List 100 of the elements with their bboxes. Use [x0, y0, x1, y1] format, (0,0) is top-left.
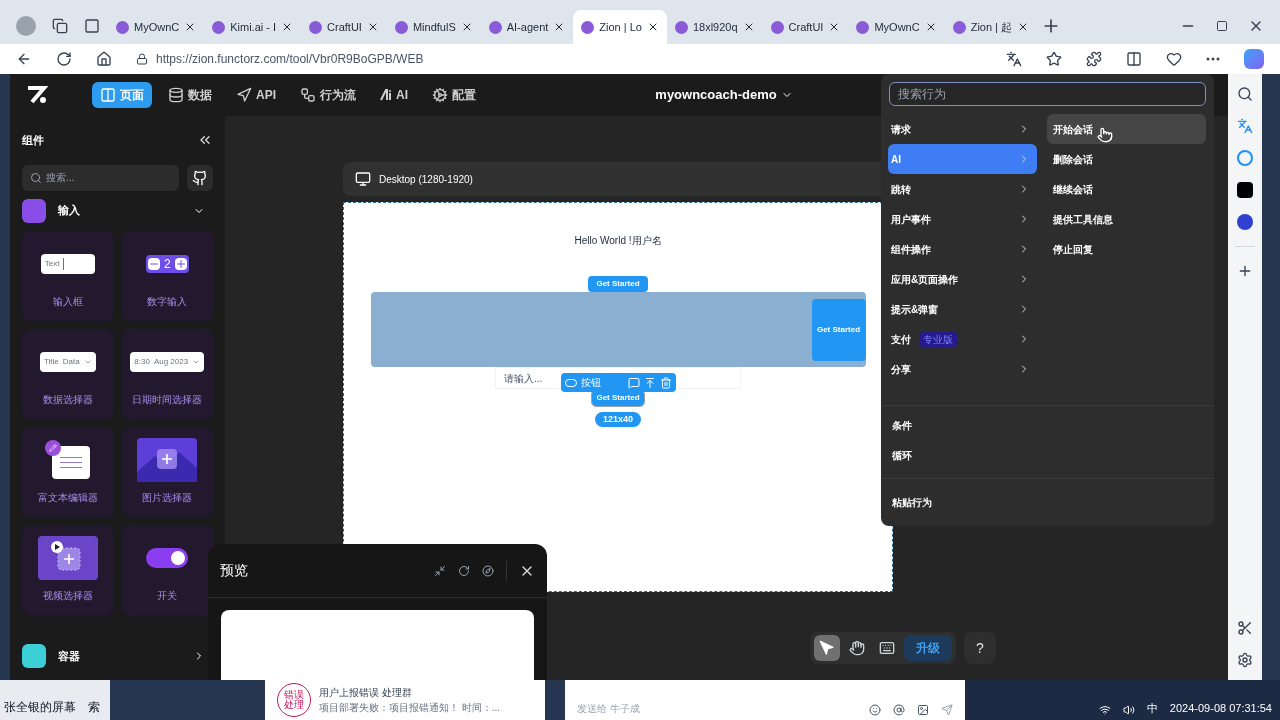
split-screen-icon[interactable]: [1126, 51, 1142, 67]
page-icon: [100, 87, 116, 103]
category-label: 支付: [891, 332, 911, 347]
logic-item[interactable]: 条件: [892, 417, 912, 433]
browser-tab[interactable]: CraftUI: [762, 10, 849, 44]
site-icon: [856, 20, 870, 34]
nav-tab[interactable]: 行为流: [292, 82, 364, 108]
screenshot-icon[interactable]: [1237, 620, 1253, 636]
more-icon[interactable]: [1206, 57, 1220, 61]
tab-title: Kimi.ai - I: [230, 19, 277, 35]
image-icon[interactable]: [917, 704, 929, 716]
shrink-icon[interactable]: [434, 564, 446, 577]
extensions-icon[interactable]: [1086, 51, 1102, 67]
preview-title: 预览: [220, 561, 249, 580]
send-icon[interactable]: [941, 704, 953, 716]
url-text[interactable]: https://zion.functorz.com/tool/Vbr0R9BoGPB/WEB: [156, 50, 424, 68]
action-item[interactable]: 停止回复: [1047, 234, 1206, 264]
nav-tab[interactable]: API: [228, 82, 284, 108]
logic-item[interactable]: 循环: [892, 447, 912, 463]
site-icon: [770, 20, 784, 34]
reload-icon[interactable]: [56, 51, 72, 67]
help-button[interactable]: ?: [964, 632, 996, 664]
category-item[interactable]: 支付 专业版: [888, 324, 1037, 354]
browser-tab[interactable]: Zion | Lo: [573, 10, 667, 44]
component-card[interactable]: 2 数字输入: [121, 230, 213, 321]
category-item[interactable]: 组件操作: [888, 234, 1037, 264]
category-item[interactable]: AI: [888, 144, 1037, 174]
github-button[interactable]: [187, 164, 213, 191]
action-search-field[interactable]: 搜索行为: [889, 82, 1206, 106]
upgrade-button[interactable]: 升级: [904, 635, 952, 661]
site-icon: [581, 20, 595, 34]
component-card[interactable]: 图片选择器: [121, 426, 213, 517]
copilot-icon[interactable]: [1244, 49, 1264, 69]
browser-tab[interactable]: 18xl920q: [666, 10, 763, 44]
browser-tab[interactable]: Kimi.ai - I: [204, 10, 302, 44]
component-card[interactable]: Text 输入框: [22, 230, 114, 321]
paste-action[interactable]: 粘贴行为: [892, 495, 932, 510]
maximize-icon[interactable]: [1216, 20, 1228, 32]
category-item[interactable]: 请求: [888, 114, 1037, 144]
plus-icon: [174, 258, 187, 270]
search-field[interactable]: 搜索...: [22, 164, 179, 191]
wifi-icon[interactable]: [1098, 704, 1111, 716]
category-item[interactable]: 跳转: [888, 174, 1037, 204]
tab-actions-icon[interactable]: [84, 18, 100, 34]
workspaces-icon[interactable]: [52, 18, 68, 34]
clock-text: 2024-09-08 07:31:54: [1169, 700, 1272, 716]
browser-tab[interactable]: MindfulS: [386, 10, 481, 44]
home-icon[interactable]: [96, 51, 112, 67]
category-item[interactable]: 提示&弹窗: [888, 294, 1037, 324]
back-icon[interactable]: [16, 51, 32, 67]
caret-icon: [192, 358, 201, 366]
chat-item[interactable]: 错误处理 用户上报错误 处理群 项目部署失败：项目报错通知！ 时间：...: [265, 680, 545, 720]
browser-tab[interactable]: MyOwnC: [848, 10, 945, 44]
size-badge: 121x40: [594, 412, 641, 427]
browser-tab[interactable]: AI-agent: [480, 10, 574, 44]
nav-tab[interactable]: 配置: [424, 82, 484, 108]
mention-icon[interactable]: [893, 704, 905, 716]
emoji-icon[interactable]: [869, 704, 881, 716]
project-dropdown[interactable]: myowncoach-demo: [655, 85, 793, 105]
add-icon[interactable]: [1237, 263, 1253, 279]
component-card[interactable]: Title Data 数据选择器: [22, 328, 114, 419]
chat-title: 用户上报错误 处理群: [319, 686, 413, 700]
category-item[interactable]: 应用&页面操作: [888, 264, 1037, 294]
tab-title: MyOwnC: [134, 19, 180, 35]
action-item[interactable]: 开始会话: [1047, 114, 1206, 144]
category-label: AI: [891, 152, 901, 167]
action-item[interactable]: 删除会话: [1047, 144, 1206, 174]
browser-tab[interactable]: MyOwnC: [108, 10, 205, 44]
translate-icon[interactable]: [1237, 118, 1253, 134]
section-header[interactable]: 输入: [22, 198, 205, 223]
component-card[interactable]: 富文本编辑器: [22, 426, 114, 517]
section-header[interactable]: 容器: [22, 644, 205, 668]
component-card[interactable]: 开关: [121, 524, 213, 615]
refresh-icon[interactable]: [458, 564, 470, 577]
category-item[interactable]: 用户事件: [888, 204, 1037, 234]
action-item[interactable]: 提供工具信息: [1047, 204, 1206, 234]
comment-icon[interactable]: [628, 376, 640, 389]
action-item[interactable]: 继续会话: [1047, 174, 1206, 204]
volume-icon[interactable]: [1122, 704, 1135, 716]
delete-icon[interactable]: [660, 376, 672, 389]
compass-icon[interactable]: [482, 564, 494, 577]
browser-tab[interactable]: Zion | 起: [944, 10, 1038, 44]
component-card[interactable]: 视频选择器: [22, 524, 114, 615]
nav-tab[interactable]: AI: [372, 82, 416, 108]
settings-icon[interactable]: [1237, 652, 1253, 668]
search-icon[interactable]: [1237, 86, 1253, 102]
category-label: 组件操作: [891, 242, 931, 257]
site-icon: [952, 20, 966, 34]
app-icon[interactable]: [1237, 182, 1253, 198]
tab-title: CraftUI: [788, 19, 824, 35]
browser-tab[interactable]: CraftUI: [301, 10, 387, 44]
favorite-icon[interactable]: [1046, 51, 1062, 67]
nav-tab[interactable]: 数据: [160, 82, 220, 108]
move-up-icon[interactable]: [644, 376, 656, 389]
select-tool[interactable]: [814, 635, 840, 661]
component-card[interactable]: 8:30 Aug 2023 日期时间选择器: [121, 328, 213, 419]
category-item[interactable]: 分享: [888, 354, 1037, 384]
circle-app-icon[interactable]: [1237, 150, 1253, 166]
search-placeholder: 搜索行为: [898, 86, 946, 103]
ime-indicator[interactable]: 中: [1146, 699, 1158, 716]
